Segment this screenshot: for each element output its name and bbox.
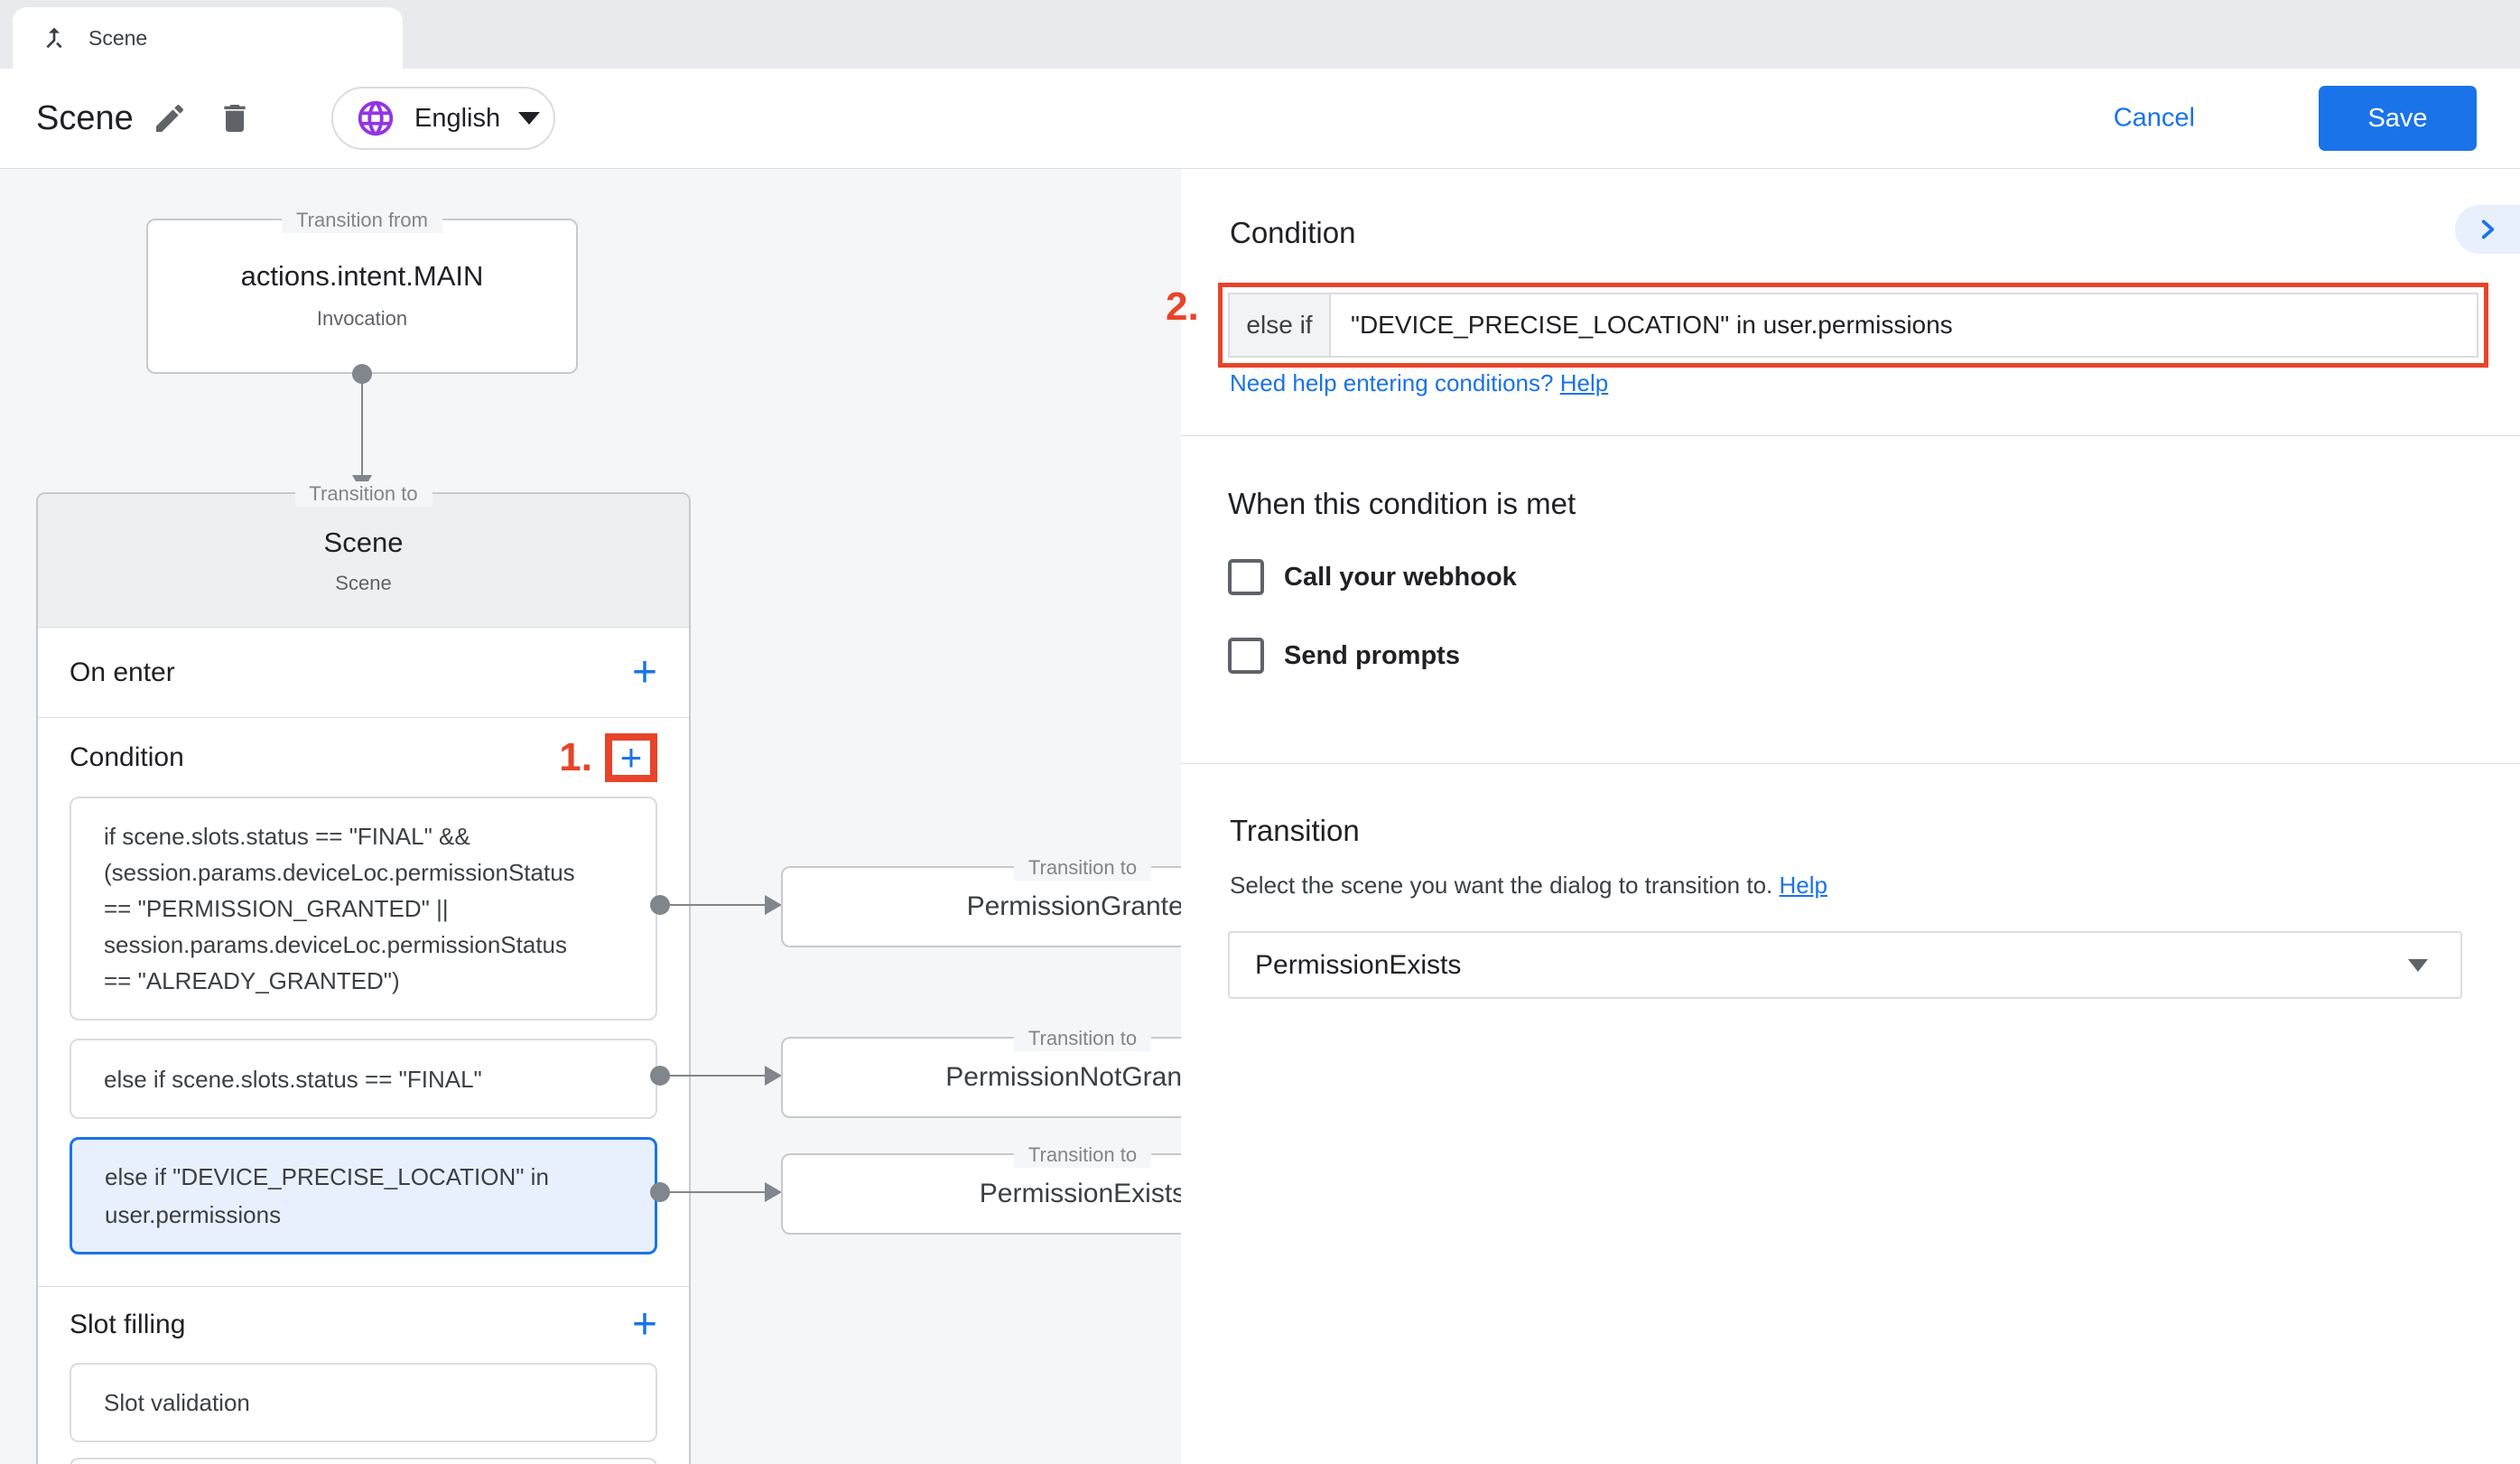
transition-scene-dropdown[interactable]: PermissionExists: [1228, 931, 2462, 999]
condition-item-3-selected[interactable]: else if "DEVICE_PRECISE_LOCATION" in use…: [70, 1137, 657, 1254]
condition-detail-panel: Condition 2. else if Need help entering …: [1181, 169, 2520, 1464]
tab-strip: Scene: [0, 0, 2520, 69]
chevron-right-icon: [2474, 216, 2501, 243]
intent-name: actions.intent.MAIN: [148, 260, 576, 293]
slot-item-partial: [70, 1458, 657, 1464]
collapse-panel-button[interactable]: [2455, 205, 2520, 254]
arrow-right-icon: [765, 1066, 782, 1086]
transition-to-legend: Transition to: [1014, 855, 1151, 881]
annotation-1: 1.: [559, 735, 592, 780]
send-prompts-checkbox-row[interactable]: Send prompts: [1228, 638, 1460, 674]
scene-card-header[interactable]: Scene Scene: [38, 494, 689, 628]
condition-item-1[interactable]: if scene.slots.status == "FINAL" && (ses…: [70, 797, 657, 1021]
connector-line: [670, 904, 767, 906]
connector-line: [670, 1075, 767, 1077]
scene-card-subtitle: Scene: [38, 572, 689, 595]
slot-validation-item[interactable]: Slot validation: [70, 1363, 657, 1442]
cancel-button[interactable]: Cancel: [2114, 104, 2195, 134]
transition-from-legend: Transition from: [282, 208, 442, 233]
transition-to-legend: Transition to: [294, 481, 432, 507]
globe-icon: [355, 98, 396, 139]
connector-dot: [650, 1182, 670, 1202]
language-value: English: [414, 104, 500, 134]
help-text: Need help entering conditions?: [1230, 369, 1553, 396]
on-enter-row: On enter +: [38, 628, 689, 718]
annotation-1-highlight-box: +: [605, 733, 657, 782]
language-selector[interactable]: English: [331, 87, 555, 150]
arrow-right-icon: [765, 895, 782, 915]
arrow-right-icon: [765, 1182, 782, 1202]
connector-line: [670, 1191, 767, 1193]
chevron-down-icon: [518, 112, 540, 125]
chevron-down-icon: [2408, 959, 2428, 972]
call-webhook-label: Call your webhook: [1284, 563, 1517, 592]
slot-filling-header: Slot filling +: [38, 1287, 689, 1363]
when-met-heading: When this condition is met: [1228, 487, 1576, 521]
annotation-2: 2.: [1166, 284, 1199, 330]
else-if-prefix: else if: [1230, 294, 1331, 356]
pencil-icon: [152, 100, 188, 136]
checkbox-unchecked-icon[interactable]: [1228, 638, 1264, 674]
condition-label: Condition: [70, 742, 559, 773]
transition-description-text: Select the scene you want the dialog to …: [1230, 872, 1772, 899]
condition-editor-row: else if: [1228, 293, 2478, 358]
edit-scene-button[interactable]: [144, 93, 195, 144]
transition-scene-value: PermissionExists: [1255, 950, 2408, 981]
target-scene-name: PermissionNotGranted: [945, 1062, 1219, 1093]
condition-help-line: Need help entering conditions? Help: [1230, 369, 1608, 397]
target-scene-name: PermissionExists: [980, 1179, 1186, 1209]
intent-type: Invocation: [148, 307, 576, 331]
scene-card: Transition to Scene Scene On enter + Con…: [36, 492, 691, 1464]
page-title: Scene: [36, 99, 134, 138]
condition-heading: Condition: [1230, 216, 1355, 250]
add-condition-button[interactable]: +: [620, 739, 643, 777]
checkbox-unchecked-icon[interactable]: [1228, 559, 1264, 595]
call-merge-icon: [40, 23, 69, 52]
divider: [1181, 435, 2520, 436]
tab-scene[interactable]: Scene: [13, 7, 403, 69]
transition-to-legend: Transition to: [1014, 1026, 1151, 1051]
transition-to-legend: Transition to: [1014, 1142, 1151, 1168]
save-button[interactable]: Save: [2319, 86, 2477, 151]
condition-section: Condition 1. + if scene.slots.status == …: [38, 718, 689, 1287]
call-webhook-checkbox-row[interactable]: Call your webhook: [1228, 559, 1517, 595]
condition-item-2[interactable]: else if scene.slots.status == "FINAL": [70, 1039, 657, 1119]
add-on-enter-button[interactable]: +: [632, 651, 657, 695]
tab-label: Scene: [88, 26, 147, 51]
target-scene-name: PermissionGranted: [967, 891, 1199, 922]
transition-description: Select the scene you want the dialog to …: [1230, 872, 1827, 900]
trash-icon: [217, 100, 253, 136]
scene-editor-window: Scene Scene English Cancel Save Tr: [0, 0, 2520, 1464]
condition-section-header: Condition 1. +: [38, 718, 689, 797]
transition-heading: Transition: [1230, 814, 1360, 848]
divider: [1181, 763, 2520, 764]
connector-dot: [650, 1066, 670, 1086]
slot-filling-section: Slot filling + Slot validation: [38, 1287, 689, 1464]
annotation-2-highlight-box: else if: [1218, 283, 2488, 368]
send-prompts-label: Send prompts: [1284, 641, 1460, 671]
add-slot-button[interactable]: +: [632, 1303, 657, 1347]
on-enter-label: On enter: [70, 657, 632, 688]
header-toolbar: Scene English Cancel Save: [0, 69, 2520, 169]
slot-filling-label: Slot filling: [70, 1310, 632, 1340]
transition-help-link[interactable]: Help: [1780, 872, 1827, 899]
delete-scene-button[interactable]: [209, 93, 260, 144]
transition-from-box[interactable]: Transition from actions.intent.MAIN Invo…: [146, 219, 578, 374]
connector-dot: [650, 895, 670, 915]
condition-help-link[interactable]: Help: [1560, 369, 1608, 396]
condition-expression-input[interactable]: [1331, 294, 2477, 356]
